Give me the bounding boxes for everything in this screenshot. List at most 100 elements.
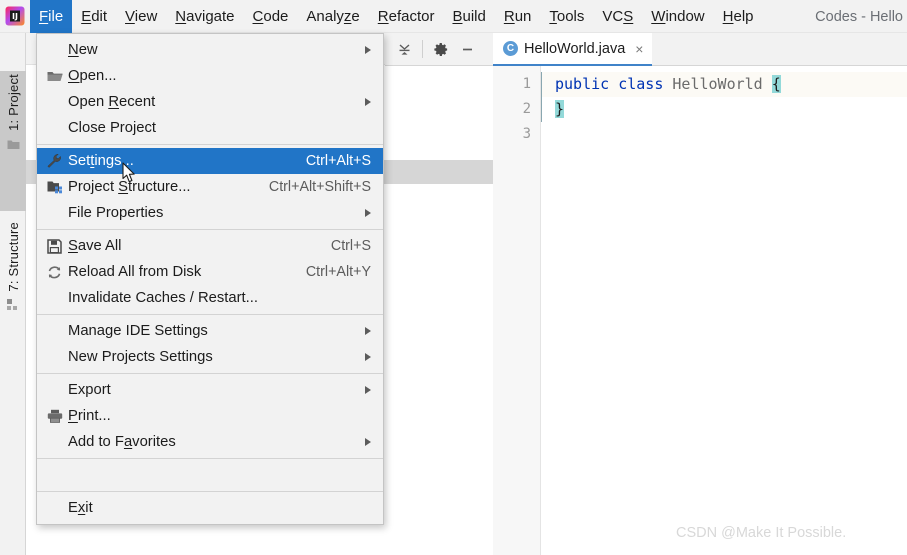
hide-icon[interactable] xyxy=(454,36,480,62)
menu-item-invalidate-caches[interactable]: Invalidate Caches / Restart... xyxy=(37,285,383,311)
menu-file[interactable]: File xyxy=(30,0,73,33)
menu-item-label: Exit xyxy=(68,500,93,516)
menu-item-manage-ide-settings[interactable]: Manage IDE Settings xyxy=(37,318,383,344)
menu-item-label: Manage IDE Settings xyxy=(68,323,208,339)
folder-open-icon xyxy=(47,70,68,83)
menu-item-label: Add to Favorites xyxy=(68,434,176,450)
menu-item-file-properties[interactable]: File Properties xyxy=(37,200,383,226)
menu-item-label: Save All xyxy=(68,238,122,254)
menu-item-add-to-favorites[interactable]: Add to Favorites xyxy=(37,429,383,455)
tool-window-button-project[interactable]: 1: Project xyxy=(0,71,26,211)
menu-separator xyxy=(37,373,383,374)
chevron-right-icon xyxy=(365,46,371,54)
menu-code[interactable]: Code xyxy=(244,0,298,33)
window-title: Codes - Hello xyxy=(815,8,903,25)
menu-item-export[interactable]: Export xyxy=(37,377,383,403)
tool-window-button-structure[interactable]: 7: Structure xyxy=(0,219,26,367)
menu-item-exit[interactable]: Exit xyxy=(37,495,383,521)
menu-item-shortcut: Ctrl+Alt+Shift+S xyxy=(268,179,371,195)
menu-vcs[interactable]: VCS xyxy=(593,0,642,33)
menu-bar-items: File Edit View Navigate Code Analyze Ref… xyxy=(30,0,763,33)
menu-item-close-project[interactable]: Close Project xyxy=(37,115,383,141)
menu-refactor[interactable]: Refactor xyxy=(369,0,444,33)
keyword-class: class xyxy=(618,75,664,93)
menu-item-new[interactable]: New xyxy=(37,37,383,63)
menu-item-open[interactable]: Open... xyxy=(37,63,383,89)
menu-separator xyxy=(37,458,383,459)
code-line-2[interactable]: } xyxy=(541,97,907,122)
class-name: HelloWorld xyxy=(672,75,763,93)
watermark-text: CSDN @Make It Possible. xyxy=(676,525,847,541)
menu-item-label: Settings... xyxy=(68,153,134,169)
toolbar-separator xyxy=(422,40,423,58)
menu-item-label: Open Recent xyxy=(68,94,156,110)
tool-window-label-project: 1: Project xyxy=(5,74,21,131)
line-number: 1 xyxy=(522,76,531,92)
java-class-icon: C xyxy=(503,41,518,56)
menu-item-label: Project Structure... xyxy=(68,179,191,195)
reload-icon xyxy=(47,265,68,280)
code-line-3[interactable] xyxy=(541,122,907,147)
menu-separator xyxy=(37,491,383,492)
menu-item-shortcut: Ctrl+Alt+Y xyxy=(305,264,371,280)
line-number-gutter: 1 2 3 xyxy=(493,66,541,555)
keyword-public: public xyxy=(555,75,610,93)
menu-item-shortcut: Ctrl+Alt+S xyxy=(305,153,371,169)
editor-tab-strip: C HelloWorld.java × xyxy=(493,33,653,66)
intellij-idea-logo-icon: IJ xyxy=(0,0,30,33)
line-number: 2 xyxy=(522,101,531,117)
code-editor[interactable]: 1 2 3 public class HelloWorld { } xyxy=(493,66,907,555)
menu-window[interactable]: Window xyxy=(642,0,713,33)
editor-tab-helloworld[interactable]: C HelloWorld.java × xyxy=(493,33,653,66)
menu-item-label: Close Project xyxy=(68,120,156,136)
code-text-area[interactable]: public class HelloWorld { } xyxy=(541,66,907,555)
menu-tools[interactable]: Tools xyxy=(540,0,593,33)
menu-view[interactable]: View xyxy=(116,0,166,33)
code-line-1[interactable]: public class HelloWorld { xyxy=(541,72,907,97)
left-tool-strip: 1: Project 7: Structure xyxy=(0,33,26,555)
indent-guide xyxy=(541,72,542,122)
menu-item-label: Print... xyxy=(68,408,111,424)
close-brace: } xyxy=(555,100,565,118)
menu-item-save-all[interactable]: Save All Ctrl+S xyxy=(37,233,383,259)
tool-window-label-structure: 7: Structure xyxy=(5,222,21,292)
menu-navigate[interactable]: Navigate xyxy=(166,0,243,33)
menu-run[interactable]: Run xyxy=(495,0,541,33)
menu-build[interactable]: Build xyxy=(443,0,494,33)
menu-separator xyxy=(37,144,383,145)
editor-tab-label: HelloWorld.java xyxy=(524,40,626,57)
menu-bar: IJ File Edit View Navigate Code Analyze xyxy=(0,0,907,33)
menu-item-label: New Projects Settings xyxy=(68,349,213,365)
menu-help[interactable]: Help xyxy=(714,0,763,33)
chevron-right-icon xyxy=(365,438,371,446)
menu-item-print[interactable]: Print... xyxy=(37,403,383,429)
menu-analyze[interactable]: Analyze xyxy=(297,0,368,33)
printer-icon xyxy=(47,409,68,423)
gear-icon[interactable] xyxy=(428,36,454,62)
chevron-right-icon xyxy=(365,209,371,217)
menu-item-project-structure[interactable]: Project Structure... Ctrl+Alt+Shift+S xyxy=(37,174,383,200)
menu-item-label: Reload All from Disk xyxy=(68,264,202,280)
menu-edit[interactable]: Edit xyxy=(72,0,116,33)
file-menu-dropdown: New Open... Open Recent Close Project Se… xyxy=(36,33,384,525)
wrench-icon xyxy=(47,154,68,168)
close-icon[interactable]: × xyxy=(635,42,643,56)
menu-item-label: File Properties xyxy=(68,205,164,221)
menu-item-label: Invalidate Caches / Restart... xyxy=(68,290,258,306)
open-brace: { xyxy=(771,75,781,93)
intellij-idea-window: IJ File Edit View Navigate Code Analyze xyxy=(0,0,907,555)
menu-item-settings[interactable]: Settings... Ctrl+Alt+S xyxy=(37,148,383,174)
chevron-right-icon xyxy=(365,386,371,394)
editor-header-row: C HelloWorld.java × xyxy=(385,33,907,66)
menu-separator xyxy=(37,229,383,230)
editor-area: C HelloWorld.java × 1 2 3 public class H… xyxy=(385,33,907,555)
menu-item-reload-all-from-disk[interactable]: Reload All from Disk Ctrl+Alt+Y xyxy=(37,259,383,285)
menu-item-open-recent[interactable]: Open Recent xyxy=(37,89,383,115)
menu-item-power-save-mode[interactable] xyxy=(37,462,383,488)
menu-item-new-projects-settings[interactable]: New Projects Settings xyxy=(37,344,383,370)
project-structure-icon xyxy=(47,180,68,194)
menu-separator xyxy=(37,314,383,315)
folder-icon xyxy=(7,137,20,155)
collapse-all-icon[interactable] xyxy=(391,36,417,62)
